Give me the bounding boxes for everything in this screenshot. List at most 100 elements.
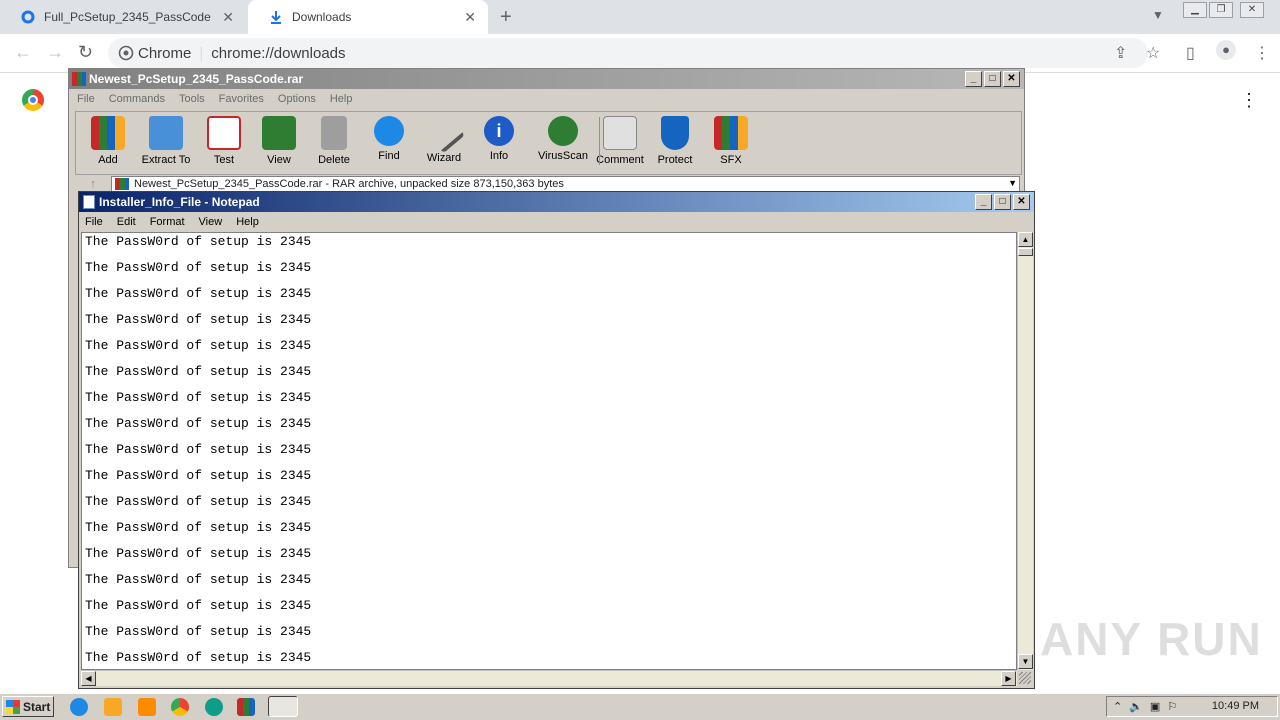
- side-panel-icon[interactable]: ▯: [1186, 43, 1195, 63]
- horizontal-scrollbar[interactable]: ◀ ▶: [81, 670, 1017, 686]
- text-line: The PassW0rd of setup is 2345: [85, 286, 312, 301]
- site-favicon-icon: [20, 9, 36, 25]
- magic-wand-icon: [422, 110, 466, 154]
- windows-logo-icon: [6, 699, 20, 714]
- menu-help[interactable]: Help: [330, 93, 353, 105]
- notepad-text-area[interactable]: The PassW0rd of setup is 2345 The PassW0…: [81, 232, 1017, 670]
- maximize-icon[interactable]: □: [994, 194, 1011, 210]
- forward-arrow-icon[interactable]: →: [46, 42, 64, 63]
- close-window-icon[interactable]: ✕: [1240, 2, 1264, 18]
- archive-path-dropdown[interactable]: Newest_PcSetup_2345_PassCode.rar - RAR a…: [111, 176, 1020, 192]
- vertical-scrollbar[interactable]: ▲ ▼: [1017, 232, 1033, 670]
- menu-tools[interactable]: Tools: [179, 93, 205, 105]
- test-button[interactable]: Test: [194, 116, 254, 166]
- scroll-up-icon[interactable]: ▲: [1018, 232, 1033, 247]
- scroll-thumb[interactable]: [1018, 248, 1033, 256]
- volume-icon[interactable]: 🔈: [1129, 700, 1143, 713]
- notepad-taskbar-button[interactable]: [268, 696, 298, 717]
- text-line: The PassW0rd of setup is 2345: [85, 416, 312, 431]
- up-arrow-icon[interactable]: ↑: [75, 178, 111, 190]
- text-line: The PassW0rd of setup is 2345: [85, 546, 312, 561]
- menu-edit[interactable]: Edit: [117, 216, 136, 228]
- start-label: Start: [23, 699, 51, 714]
- chrome-tab-strip: Full_PcSetup_2345_PassCode ✕ Downloads ✕…: [0, 0, 1280, 34]
- downloads-more-icon[interactable]: ⋮: [1240, 90, 1258, 111]
- flag-icon[interactable]: ⚐: [1167, 700, 1177, 713]
- tab-title: Downloads: [292, 10, 352, 24]
- scroll-left-icon[interactable]: ◀: [81, 671, 96, 686]
- find-button[interactable]: Find: [359, 116, 419, 162]
- menu-favorites[interactable]: Favorites: [219, 93, 264, 105]
- text-line: The PassW0rd of setup is 2345: [85, 364, 312, 379]
- tray-expand-icon[interactable]: ⌃: [1113, 700, 1122, 713]
- resize-grip-icon[interactable]: [1019, 672, 1031, 684]
- add-button[interactable]: Add: [78, 116, 138, 166]
- chrome-logo-icon: [22, 89, 44, 111]
- file-explorer-icon[interactable]: [104, 698, 122, 716]
- system-tray: ⌃ 🔈 ▣ ⚐ 10:49 PM: [1106, 696, 1278, 717]
- windows-taskbar: Start ⌃ 🔈 ▣ ⚐ 10:49 PM: [0, 693, 1280, 720]
- profile-avatar-icon[interactable]: ●: [1216, 40, 1236, 60]
- url-text[interactable]: chrome://downloads: [211, 45, 345, 62]
- minimize-icon[interactable]: _: [965, 71, 982, 87]
- notepad-title-bar[interactable]: Installer_Info_File - Notepad _ □ ✕: [79, 192, 1034, 212]
- close-icon[interactable]: ✕: [1003, 71, 1020, 87]
- view-button[interactable]: View: [249, 116, 309, 166]
- menu-file[interactable]: File: [77, 93, 95, 105]
- winrar-title-bar[interactable]: Newest_PcSetup_2345_PassCode.rar _ □ ✕: [69, 69, 1024, 89]
- share-icon[interactable]: ⇪: [1114, 43, 1127, 63]
- delete-button[interactable]: Delete: [304, 116, 364, 166]
- reload-icon[interactable]: ↻: [78, 42, 93, 63]
- comment-icon: [603, 116, 637, 150]
- restore-icon[interactable]: ❐: [1209, 2, 1233, 18]
- trash-icon: [321, 116, 347, 150]
- info-button[interactable]: i Info: [469, 116, 529, 162]
- tab-close-icon[interactable]: ✕: [464, 9, 476, 26]
- protect-button[interactable]: Protect: [645, 116, 705, 166]
- address-bar[interactable]: Chrome | chrome://downloads: [108, 38, 1148, 68]
- test-clipboard-icon: [207, 116, 241, 150]
- menu-commands[interactable]: Commands: [109, 93, 165, 105]
- sfx-button[interactable]: SFX: [701, 116, 761, 166]
- add-archive-icon: [91, 116, 125, 150]
- tab-close-icon[interactable]: ✕: [222, 9, 234, 26]
- extract-to-button[interactable]: Extract To: [136, 116, 196, 166]
- menu-help[interactable]: Help: [236, 216, 259, 228]
- close-icon[interactable]: ✕: [1013, 194, 1030, 210]
- new-tab-button[interactable]: +: [500, 6, 512, 29]
- menu-file[interactable]: File: [85, 216, 103, 228]
- download-icon: [268, 9, 284, 25]
- text-line: The PassW0rd of setup is 2345: [85, 520, 312, 535]
- start-button[interactable]: Start: [2, 696, 54, 717]
- tab-full-pcsetup[interactable]: Full_PcSetup_2345_PassCode ✕: [0, 0, 246, 34]
- notepad-menu-bar: File Edit Format View Help: [79, 212, 259, 232]
- scroll-right-icon[interactable]: ▶: [1001, 671, 1016, 686]
- clock[interactable]: 10:49 PM: [1212, 700, 1259, 712]
- tab-search-chevron-down-icon[interactable]: ▼: [1152, 8, 1164, 22]
- menu-view[interactable]: View: [199, 216, 223, 228]
- tab-downloads[interactable]: Downloads ✕: [248, 0, 488, 34]
- text-line: The PassW0rd of setup is 2345: [85, 468, 312, 483]
- notepad-window: Installer_Info_File - Notepad _ □ ✕ File…: [78, 191, 1035, 689]
- scroll-down-icon[interactable]: ▼: [1018, 654, 1033, 669]
- chrome-menu-icon[interactable]: ⋮: [1254, 43, 1270, 63]
- winrar-toolbar: Add Extract To Test View Delete Find Wiz…: [75, 110, 1022, 175]
- maximize-icon[interactable]: □: [984, 71, 1001, 87]
- bookmark-star-icon[interactable]: ☆: [1146, 43, 1160, 63]
- text-line: The PassW0rd of setup is 2345: [85, 260, 312, 275]
- media-player-icon[interactable]: [138, 698, 156, 716]
- text-line: The PassW0rd of setup is 2345: [85, 442, 312, 457]
- chrome-taskbar-icon[interactable]: [171, 698, 189, 716]
- chevron-down-icon[interactable]: ▼: [1008, 178, 1017, 188]
- internet-explorer-icon[interactable]: [70, 698, 88, 716]
- menu-options[interactable]: Options: [278, 93, 316, 105]
- back-arrow-icon[interactable]: ←: [14, 42, 32, 63]
- winrar-taskbar-icon[interactable]: [237, 698, 255, 716]
- minimize-icon[interactable]: _: [975, 194, 992, 210]
- wizard-button[interactable]: Wizard: [414, 110, 474, 164]
- virusscan-button[interactable]: VirusScan: [533, 116, 593, 162]
- menu-format[interactable]: Format: [150, 216, 185, 228]
- minimize-icon[interactable]: ▁: [1183, 2, 1207, 18]
- network-icon[interactable]: ▣: [1150, 700, 1160, 713]
- edge-icon[interactable]: [205, 698, 223, 716]
